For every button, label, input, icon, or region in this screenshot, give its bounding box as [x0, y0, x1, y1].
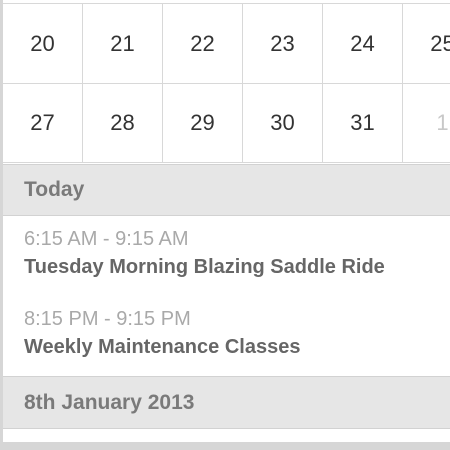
calendar-day-cell[interactable]: 20 [3, 4, 83, 84]
section-header-label: Today [24, 178, 85, 201]
calendar-day-cell-next-month[interactable]: 1 [403, 83, 450, 163]
calendar-screen: 20 21 22 23 24 25 27 28 29 30 31 1 Today… [0, 0, 450, 450]
calendar-day-cell[interactable]: 28 [83, 83, 163, 163]
calendar-week-row: 27 28 29 30 31 1 [3, 83, 450, 163]
calendar-day-cell[interactable]: 27 [3, 83, 83, 163]
event-time: 6:15 AM - 9:15 AM [24, 228, 189, 250]
agenda-section-header-date: 8th January 2013 [3, 376, 450, 429]
bottom-edge [3, 442, 450, 450]
event-title: Weekly Maintenance Classes [24, 336, 301, 358]
event-title: Tuesday Morning Blazing Saddle Ride [24, 256, 385, 278]
calendar-day-cell[interactable]: 25 [403, 4, 450, 84]
calendar-day-cell[interactable]: 24 [323, 4, 403, 84]
calendar-week-row: 20 21 22 23 24 25 [3, 3, 450, 84]
agenda-event-item[interactable]: 6:15 AM - 9:15 AM Tuesday Morning Blazin… [3, 226, 450, 282]
calendar-day-cell[interactable]: 31 [323, 83, 403, 163]
agenda-event-item[interactable]: 8:15 PM - 9:15 PM Weekly Maintenance Cla… [3, 306, 450, 362]
calendar-day-cell[interactable]: 23 [243, 4, 323, 84]
event-time: 8:15 PM - 9:15 PM [24, 308, 191, 330]
agenda-list-continuation [3, 429, 450, 442]
agenda-section-header-today: Today [3, 164, 450, 216]
calendar-day-cell[interactable]: 30 [243, 83, 323, 163]
calendar-day-cell[interactable]: 29 [163, 83, 243, 163]
section-header-label: 8th January 2013 [24, 390, 195, 414]
calendar-day-cell[interactable]: 21 [83, 4, 163, 84]
calendar-day-cell[interactable]: 22 [163, 4, 243, 84]
